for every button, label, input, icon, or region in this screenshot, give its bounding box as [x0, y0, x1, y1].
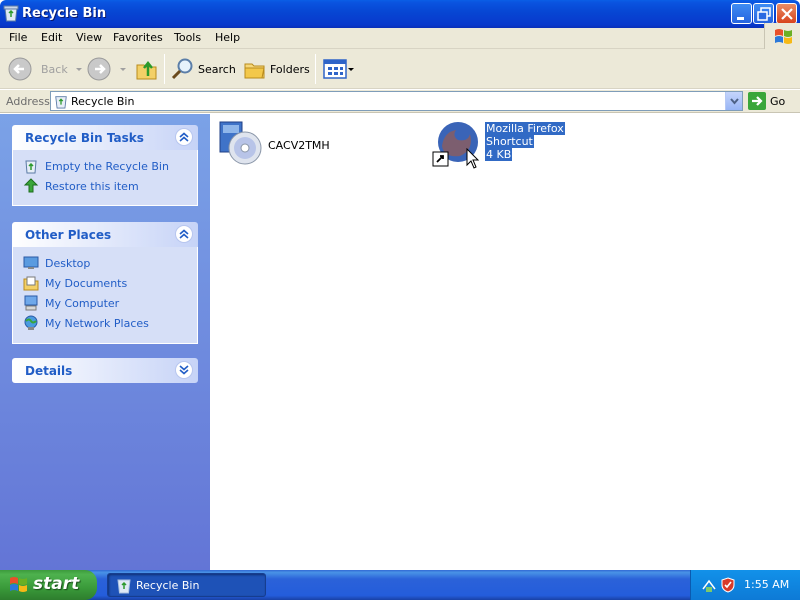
views-dropdown-icon: [348, 68, 354, 71]
windows-flag-icon: [775, 29, 792, 44]
restore-icon: [757, 7, 771, 21]
file-type-line: Shortcut: [485, 135, 534, 148]
link-label: My Computer: [45, 296, 120, 310]
menu-help[interactable]: Help: [215, 31, 240, 44]
file-item[interactable]: CACV2TMH: [216, 118, 356, 174]
my-documents-icon: [23, 276, 39, 291]
title-bar[interactable]: Recycle Bin: [0, 0, 800, 28]
mouse-cursor-icon: [466, 148, 480, 169]
my-network-places-link[interactable]: My Network Places: [23, 313, 197, 333]
file-size: 4 KB: [485, 148, 513, 161]
panel-title: Other Places: [25, 228, 112, 242]
taskbar-item-label: Recycle Bin: [136, 579, 200, 592]
window-title: Recycle Bin: [22, 6, 107, 21]
forward-button[interactable]: [86, 53, 128, 85]
start-button[interactable]: start: [0, 570, 97, 600]
task-pane: Recycle Bin Tasks Empty the Recycle Bin …: [0, 114, 210, 570]
recycle-bin-icon: [3, 5, 19, 22]
recycle-bin-icon: [55, 96, 67, 109]
details-panel: Details: [12, 358, 198, 383]
link-label: Desktop: [45, 256, 91, 270]
clock: 1:55 AM: [744, 578, 790, 591]
recycle-bin-tasks-panel: Recycle Bin Tasks Empty the Recycle Bin …: [12, 125, 198, 206]
panel-title: Details: [25, 364, 73, 378]
address-label: Address: [6, 95, 50, 108]
installer-cd-icon: [219, 121, 262, 165]
toolbar: Back Search Folders: [0, 49, 800, 89]
restore-item-link[interactable]: Restore this item: [23, 176, 197, 196]
empty-recycle-bin-link[interactable]: Empty the Recycle Bin: [23, 156, 197, 176]
link-label: Empty the Recycle Bin: [45, 159, 169, 173]
file-name: Mozilla Firefox Shortcut 4 KB: [485, 122, 565, 161]
up-folder-button[interactable]: [134, 53, 160, 85]
go-arrow-icon: [748, 92, 766, 110]
views-button[interactable]: [323, 53, 355, 85]
system-tray: 1:55 AM: [690, 570, 800, 600]
link-label: My Network Places: [45, 316, 149, 330]
close-icon: [781, 8, 793, 20]
back-button[interactable]: Back: [7, 53, 84, 85]
menu-bar: File Edit View Favorites Tools Help: [0, 28, 800, 49]
security-shield-icon[interactable]: [720, 577, 736, 593]
folders-label: Folders: [270, 62, 310, 76]
desktop-icon: [23, 256, 39, 269]
other-places-panel: Other Places Desktop My Documents My Com…: [12, 222, 198, 344]
panel-title: Recycle Bin Tasks: [25, 131, 144, 145]
my-computer-link[interactable]: My Computer: [23, 293, 197, 313]
minimize-icon: [737, 17, 744, 20]
start-label: start: [33, 574, 80, 594]
back-arrow-icon: [8, 57, 32, 81]
forward-dropdown-icon[interactable]: [118, 64, 128, 74]
details-header[interactable]: Details: [12, 358, 198, 383]
search-button[interactable]: Search: [170, 53, 236, 85]
file-list-view[interactable]: CACV2TMH Mozilla Firefox Shortcut 4 KB: [210, 114, 800, 570]
file-name-line: Mozilla Firefox: [485, 122, 565, 135]
windows-flag-icon: [10, 577, 27, 592]
windows-logo: [764, 23, 800, 50]
go-label: Go: [770, 94, 786, 108]
address-field[interactable]: Recycle Bin: [50, 91, 743, 111]
folders-icon: [244, 63, 265, 79]
file-name: CACV2TMH: [268, 139, 330, 152]
restore-icon: [23, 178, 39, 193]
minimize-button[interactable]: [731, 3, 752, 24]
go-button[interactable]: Go: [748, 92, 785, 110]
link-label: Restore this item: [45, 179, 139, 193]
search-label: Search: [198, 62, 236, 76]
link-label: My Documents: [45, 276, 128, 290]
up-folder-icon: [136, 60, 157, 80]
collapse-chevron-icon[interactable]: [175, 225, 193, 243]
search-icon: [171, 58, 193, 80]
empty-recycle-bin-icon: [25, 160, 37, 174]
back-dropdown-icon[interactable]: [74, 64, 84, 74]
menu-edit[interactable]: Edit: [41, 31, 62, 44]
address-bar: Address Recycle Bin Go: [0, 90, 800, 113]
other-places-header[interactable]: Other Places: [12, 222, 198, 247]
collapse-chevron-icon[interactable]: [175, 128, 193, 146]
chevron-down-icon: [730, 98, 739, 105]
menu-tools[interactable]: Tools: [174, 31, 201, 44]
recycle-bin-tasks-header[interactable]: Recycle Bin Tasks: [12, 125, 198, 150]
expand-chevron-icon[interactable]: [175, 361, 193, 379]
taskbar: start Recycle Bin 1:55 AM: [0, 570, 800, 600]
forward-arrow-icon: [87, 57, 111, 81]
my-computer-icon: [24, 295, 38, 311]
menu-file[interactable]: File: [9, 31, 27, 44]
address-value: Recycle Bin: [71, 95, 135, 108]
restore-button[interactable]: [753, 3, 774, 24]
my-network-places-icon: [24, 315, 38, 330]
network-icon[interactable]: [701, 577, 717, 593]
back-label: Back: [41, 62, 68, 76]
views-icon: [323, 59, 347, 79]
address-dropdown-button[interactable]: [725, 92, 742, 110]
menu-view[interactable]: View: [76, 31, 102, 44]
taskbar-item-recycle-bin[interactable]: Recycle Bin: [107, 573, 266, 597]
recycle-bin-icon: [117, 579, 131, 594]
desktop-link[interactable]: Desktop: [23, 253, 197, 273]
close-button[interactable]: [776, 3, 797, 24]
menu-favorites[interactable]: Favorites: [113, 31, 163, 44]
my-documents-link[interactable]: My Documents: [23, 273, 197, 293]
file-item-selected[interactable]: Mozilla Firefox Shortcut 4 KB: [432, 118, 582, 174]
folders-button[interactable]: Folders: [242, 53, 310, 85]
